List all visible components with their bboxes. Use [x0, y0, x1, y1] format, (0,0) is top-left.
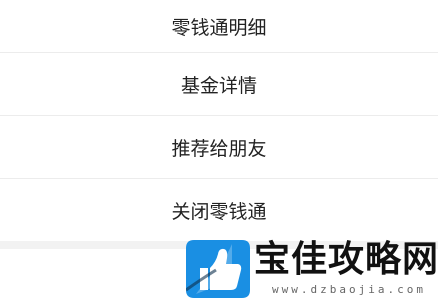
menu-item-label: 关闭零钱通	[171, 200, 267, 223]
action-sheet: 零钱通明细 基金详情 推荐给朋友 关闭零钱通	[0, 0, 438, 249]
menu-item-change-details[interactable]: 零钱通明细	[0, 0, 438, 53]
thumbs-up-icon	[186, 240, 250, 298]
menu-item-label: 零钱通明细	[171, 16, 267, 39]
menu-item-close-change[interactable]: 关闭零钱通	[0, 179, 438, 241]
watermark: 宝佳攻略网 www.dzbaojia.com	[186, 238, 438, 300]
menu-item-recommend-to-friend[interactable]: 推荐给朋友	[0, 116, 438, 179]
menu-item-label: 基金详情	[180, 74, 257, 97]
watermark-url: www.dzbaojia.com	[272, 283, 426, 296]
menu-item-label: 推荐给朋友	[171, 137, 267, 160]
watermark-title: 宝佳攻略网	[254, 239, 438, 280]
menu-item-fund-details[interactable]: 基金详情	[0, 53, 438, 116]
